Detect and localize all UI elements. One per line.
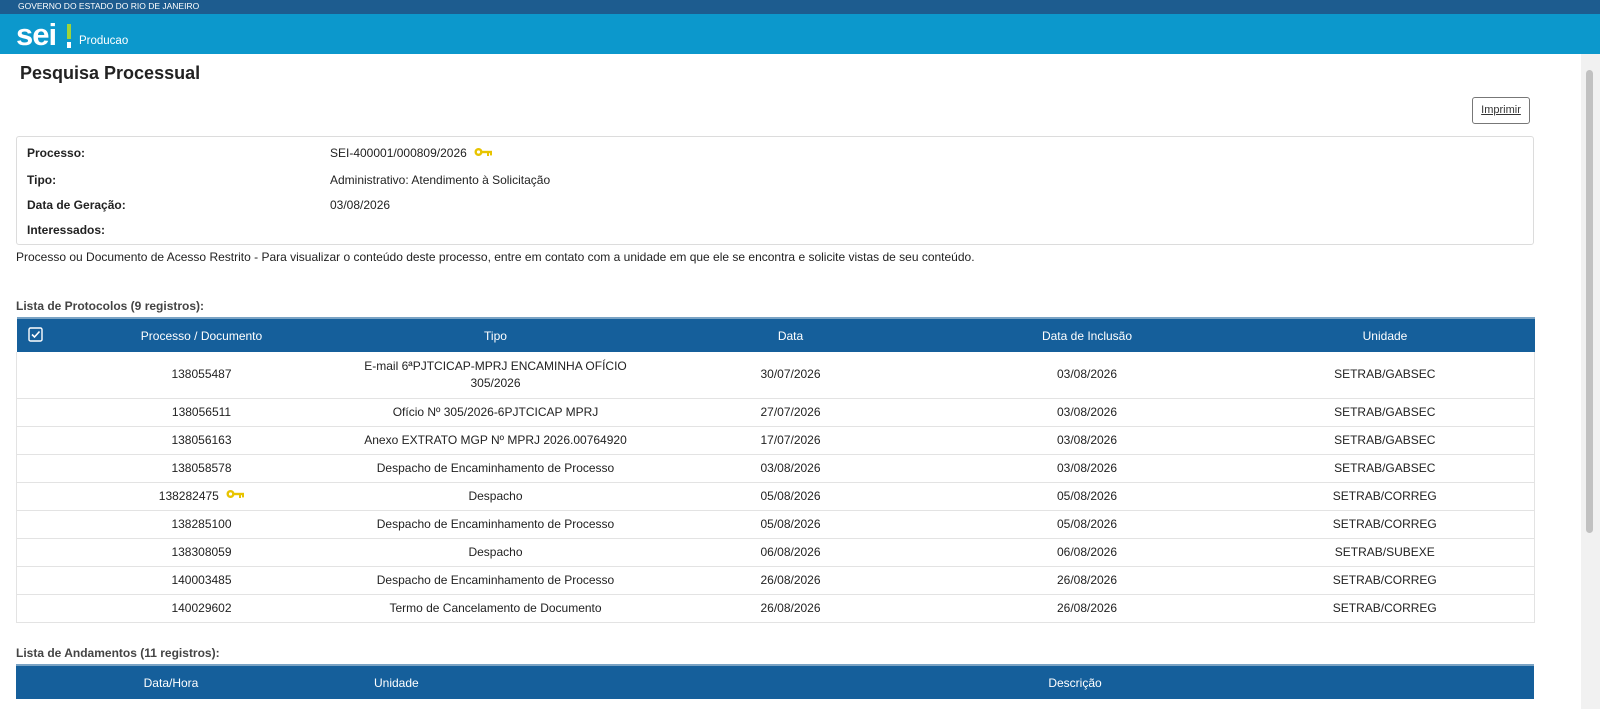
doc-inclusion-date: 03/08/2026 [938,352,1236,399]
col-processo-documento: Processo / Documento [54,317,349,352]
table-row: 138055487 E-mail 6ªPJTCICAP-MPRJ ENCAMIN… [16,352,1535,399]
scrollbar-thumb[interactable] [1586,70,1593,533]
doc-type: Despacho de Encaminhamento de Processo [348,454,643,483]
andamentos-section-title: Lista de Andamentos (11 registros): [16,646,220,660]
table-row: 138058578 Despacho de Encaminhamento de … [16,454,1535,483]
table-row: 138056511 Ofício Nº 305/2026-6PJTCICAP M… [16,398,1535,427]
doc-inclusion-date: 03/08/2026 [938,398,1236,427]
doc-unit[interactable]: SETRAB/CORREG [1235,510,1535,539]
doc-type: Ofício Nº 305/2026-6PJTCICAP MPRJ [348,398,643,427]
col-descricao: Descrição [616,664,1534,699]
restricted-access-message: Processo ou Documento de Acesso Restrito… [16,250,975,264]
doc-date: 27/07/2026 [642,398,939,427]
doc-date: 26/08/2026 [642,594,939,623]
table-row: 140029602 Termo de Cancelamento de Docum… [16,594,1535,623]
protocols-table: Processo / Documento Tipo Data Data de I… [16,317,1535,623]
doc-date: 05/08/2026 [642,482,939,511]
doc-unit[interactable]: SETRAB/GABSEC [1235,352,1535,399]
andamentos-table: Data/Hora Unidade Descrição [16,664,1534,699]
select-all-checkbox[interactable] [16,317,55,352]
doc-date: 17/07/2026 [642,426,939,455]
doc-unit[interactable]: SETRAB/GABSEC [1235,454,1535,483]
doc-inclusion-date: 05/08/2026 [938,510,1236,539]
table-row: 138056163 Anexo EXTRATO MGP Nº MPRJ 2026… [16,426,1535,455]
doc-unit[interactable]: SETRAB/GABSEC [1235,426,1535,455]
doc-date: 03/08/2026 [642,454,939,483]
table-row: 140003485 Despacho de Encaminhamento de … [16,566,1535,595]
value-processo: SEI-400001/000809/2026 [330,146,493,161]
doc-inclusion-date: 03/08/2026 [938,426,1236,455]
doc-type: Despacho [348,482,643,511]
col-data-inclusao: Data de Inclusão [938,317,1236,352]
col-unidade: Unidade [1235,317,1535,352]
doc-type: Despacho de Encaminhamento de Processo [348,566,643,595]
doc-type: Termo de Cancelamento de Documento [348,594,643,623]
doc-unit[interactable]: SETRAB/CORREG [1235,482,1535,511]
doc-inclusion-date: 05/08/2026 [938,482,1236,511]
doc-inclusion-date: 06/08/2026 [938,538,1236,567]
col-data: Data [642,317,939,352]
doc-number[interactable]: 138285100 [54,510,349,539]
doc-unit[interactable]: SETRAB/SUBEXE [1235,538,1535,567]
doc-date: 06/08/2026 [642,538,939,567]
doc-inclusion-date: 03/08/2026 [938,454,1236,483]
doc-number[interactable]: 138308059 [54,538,349,567]
label-interessados: Interessados: [27,223,106,237]
doc-type: Despacho de Encaminhamento de Processo [348,510,643,539]
restricted-key-icon [474,146,493,160]
value-data-geracao: 03/08/2026 [330,198,391,212]
doc-date: 30/07/2026 [642,352,939,399]
doc-unit[interactable]: SETRAB/GABSEC [1235,398,1535,427]
table-row: 138308059 Despacho 06/08/2026 06/08/2026… [16,538,1535,567]
andamentos-header-row: Data/Hora Unidade Descrição [16,664,1534,699]
label-processo: Processo: [27,146,86,160]
government-bar: GOVERNO DO ESTADO DO RIO DE JANEIRO [0,0,1600,14]
label-data-geracao: Data de Geração: [27,198,126,212]
doc-type: E-mail 6ªPJTCICAP-MPRJ ENCAMINHA OFÍCIO 3… [348,352,643,399]
doc-number[interactable]: 140029602 [54,594,349,623]
doc-inclusion-date: 26/08/2026 [938,566,1236,595]
doc-number-cell: 138282475 [54,482,349,511]
page-title: Pesquisa Processual [20,63,201,83]
doc-number[interactable]: 138056511 [54,398,349,427]
doc-number[interactable]: 138055487 [54,352,349,399]
checkbox-icon[interactable] [28,326,43,345]
table-row: 138282475 Despacho 05/08/2026 05/08/2026… [16,482,1535,511]
doc-type: Despacho [348,538,643,567]
value-tipo: Administrativo: Atendimento à Solicitaçã… [330,173,551,187]
col-data-hora: Data/Hora [16,664,326,699]
doc-number[interactable]: 140003485 [54,566,349,595]
doc-number[interactable]: 138056163 [54,426,349,455]
doc-number[interactable]: 138058578 [54,454,349,483]
sei-logo[interactable]: sei [16,17,72,53]
doc-unit[interactable]: SETRAB/CORREG [1235,566,1535,595]
app-header: sei Producao [0,14,1600,54]
table-row: 138285100 Despacho de Encaminhamento de … [16,510,1535,539]
doc-date: 26/08/2026 [642,566,939,595]
protocols-section-title: Lista de Protocolos (9 registros): [16,299,205,313]
protocols-header-row: Processo / Documento Tipo Data Data de I… [16,317,1535,352]
label-tipo: Tipo: [27,173,57,187]
process-info-box: Processo: SEI-400001/000809/2026 Tipo: A… [16,136,1534,245]
doc-type: Anexo EXTRATO MGP Nº MPRJ 2026.00764920 [348,426,643,455]
print-button[interactable]: Imprimir [1472,97,1530,124]
process-number: SEI-400001/000809/2026 [330,146,467,160]
page-scrollbar[interactable] [1581,54,1600,709]
col-andamento-unidade: Unidade [326,664,616,699]
doc-inclusion-date: 26/08/2026 [938,594,1236,623]
environment-label: Producao [79,35,129,47]
doc-date: 05/08/2026 [642,510,939,539]
restricted-key-icon [226,488,245,502]
government-name: GOVERNO DO ESTADO DO RIO DE JANEIRO [18,1,200,11]
doc-number[interactable]: 138282475 [159,489,219,503]
col-tipo: Tipo [348,317,643,352]
doc-unit[interactable]: SETRAB/CORREG [1235,594,1535,623]
